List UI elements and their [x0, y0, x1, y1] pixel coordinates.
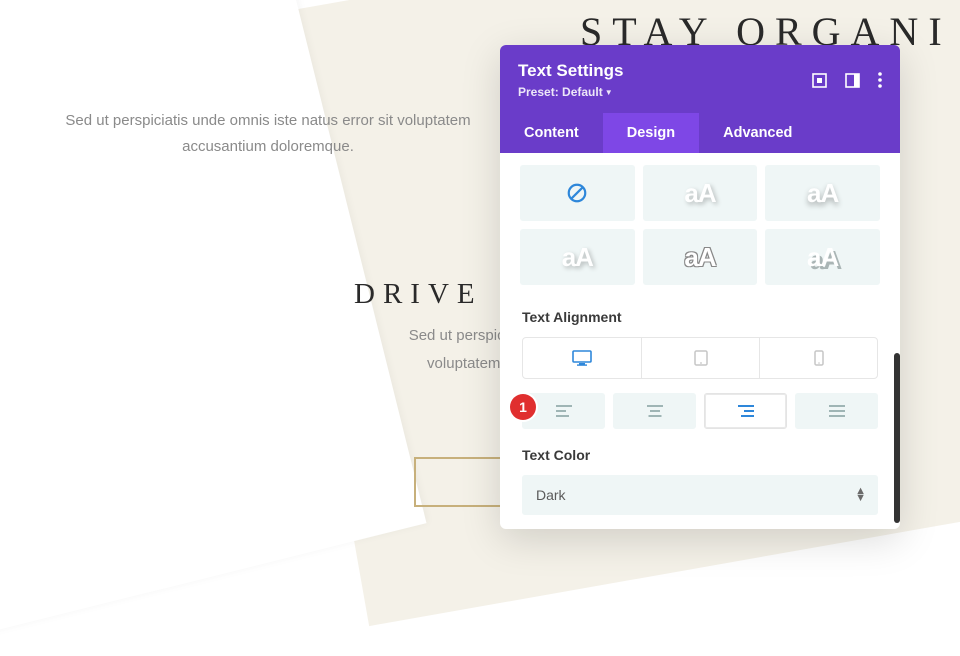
label-text-color: Text Color	[500, 443, 900, 475]
annotation-badge-1: 1	[510, 394, 536, 420]
align-left-icon	[556, 405, 572, 417]
desktop-icon	[572, 350, 592, 366]
tab-content[interactable]: Content	[500, 113, 603, 153]
align-right-icon	[738, 405, 754, 417]
text-shadow-option-4[interactable]: aA	[643, 229, 758, 285]
text-shadow-none[interactable]	[520, 165, 635, 221]
device-tablet[interactable]	[641, 338, 759, 378]
tab-design[interactable]: Design	[603, 113, 699, 153]
scrollbar[interactable]	[894, 353, 900, 523]
section-heading-drive: DRIVE	[354, 278, 483, 311]
panel-header: Text Settings Preset: Default▼ Content D…	[500, 45, 900, 153]
text-color-value: Dark	[536, 487, 566, 503]
aA-preview-icon: aA	[684, 178, 715, 209]
device-phone[interactable]	[759, 338, 877, 378]
aA-preview-icon: aA	[807, 242, 838, 273]
align-justify[interactable]	[795, 393, 878, 429]
panel-body: aA aA aA aA aA Text Alignment	[500, 153, 900, 515]
select-arrows-icon: ▲▼	[855, 488, 866, 501]
text-settings-panel: Text Settings Preset: Default▼ Content D…	[500, 45, 900, 529]
panel-tabs: Content Design Advanced	[500, 113, 900, 153]
tablet-icon	[694, 350, 708, 366]
align-center-icon	[647, 405, 663, 417]
text-shadow-option-3[interactable]: aA	[520, 229, 635, 285]
text-shadow-option-5[interactable]: aA	[765, 229, 880, 285]
tab-advanced[interactable]: Advanced	[699, 113, 816, 153]
cta-button-outline[interactable]	[414, 457, 509, 507]
expand-icon[interactable]	[812, 73, 827, 88]
device-desktop[interactable]	[523, 338, 641, 378]
align-right[interactable]	[704, 393, 787, 429]
text-align-options	[522, 393, 878, 429]
text-color-select[interactable]: Dark ▲▼	[522, 475, 878, 515]
chevron-down-icon: ▼	[605, 88, 613, 97]
text-shadow-option-1[interactable]: aA	[643, 165, 758, 221]
align-center[interactable]	[613, 393, 696, 429]
responsive-device-selector	[522, 337, 878, 379]
aA-preview-icon: aA	[807, 178, 838, 209]
aA-preview-icon: aA	[562, 242, 593, 273]
phone-icon	[814, 350, 824, 366]
aA-preview-icon: aA	[684, 242, 715, 273]
align-justify-icon	[829, 405, 845, 417]
none-icon	[566, 182, 588, 204]
text-shadow-option-2[interactable]: aA	[765, 165, 880, 221]
more-options-icon[interactable]	[878, 72, 882, 88]
panel-title: Text Settings	[518, 61, 812, 81]
label-text-alignment: Text Alignment	[500, 305, 900, 337]
preset-selector[interactable]: Preset: Default▼	[518, 85, 812, 99]
hero-subtitle: Sed ut perspiciatis unde omnis iste natu…	[58, 108, 478, 159]
text-shadow-style-grid: aA aA aA aA aA	[500, 153, 900, 305]
dock-side-icon[interactable]	[845, 73, 860, 88]
